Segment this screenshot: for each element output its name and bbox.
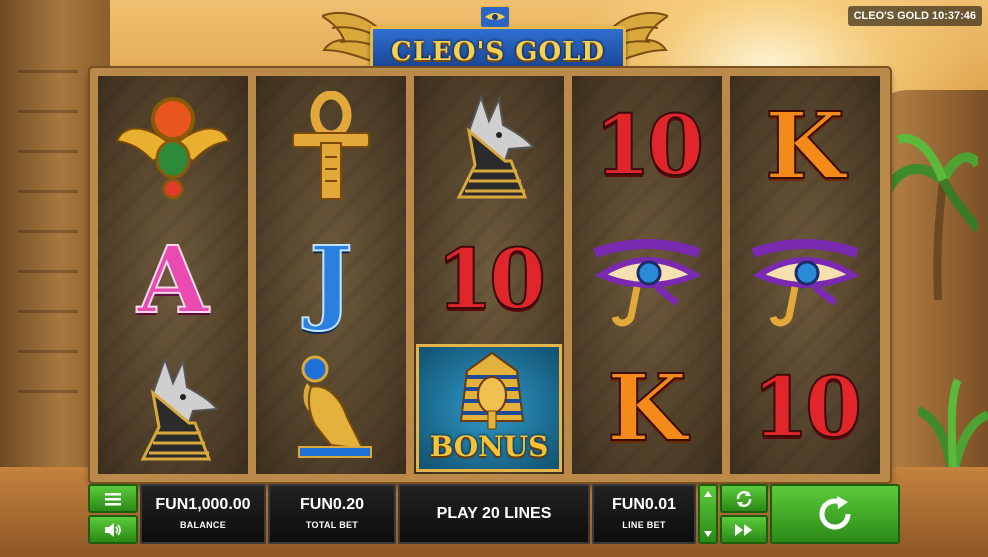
ankh-icon bbox=[292, 91, 370, 200]
line-bet-label: LINE BET bbox=[622, 520, 666, 530]
symbol-bonus: BONUS bbox=[414, 342, 564, 474]
game-title: CLEO'S GOLD bbox=[391, 37, 605, 67]
palm-tree-icon bbox=[888, 133, 978, 300]
speaker-icon bbox=[105, 522, 121, 537]
symbol-anubis bbox=[414, 80, 564, 212]
arrow-down-icon[interactable] bbox=[703, 530, 713, 538]
autoplay-icon bbox=[736, 490, 752, 507]
letter-ten: 10 bbox=[593, 98, 705, 194]
anubis-icon bbox=[140, 355, 219, 461]
eye-of-horus-icon bbox=[593, 239, 702, 327]
letter-j: J bbox=[308, 226, 354, 334]
symbol-falcon bbox=[256, 342, 406, 474]
letter-k: K bbox=[606, 354, 688, 462]
eye-of-horus-icon bbox=[751, 239, 860, 327]
menu-icon bbox=[105, 492, 121, 505]
symbol-eye-of-horus bbox=[730, 214, 880, 346]
symbol-ankh bbox=[256, 80, 406, 212]
balance-panel: FUN1,000.00 BALANCE bbox=[140, 484, 266, 544]
letter-ten: 10 bbox=[751, 360, 863, 456]
spin-button[interactable] bbox=[770, 484, 900, 544]
balance-label: BALANCE bbox=[179, 520, 227, 530]
symbol-a: A bbox=[98, 214, 248, 346]
reel-grid: A J 10 BONUS 10 K K 10 bbox=[90, 68, 890, 482]
play-lines-button[interactable]: PLAY 20 LINES bbox=[398, 484, 590, 544]
reel-5: K 10 bbox=[730, 76, 880, 474]
sound-button[interactable] bbox=[88, 515, 138, 544]
total-bet-label: TOTAL BET bbox=[305, 520, 359, 530]
reel-4: 10 K bbox=[572, 76, 722, 474]
line-bet-panel: FUN0.01 LINE BET bbox=[592, 484, 696, 544]
letter-a: A bbox=[136, 226, 209, 334]
balance-value: FUN1,000.00 bbox=[155, 496, 251, 513]
game-logo: CLEO'S GOLD bbox=[322, 4, 668, 78]
total-bet-value: FUN0.20 bbox=[299, 496, 365, 513]
fast-forward-button[interactable] bbox=[720, 515, 768, 544]
pharaoh-icon bbox=[459, 351, 525, 430]
arrow-up-icon[interactable] bbox=[703, 490, 713, 498]
total-bet-panel: FUN0.20 TOTAL BET bbox=[268, 484, 396, 544]
symbol-k: K bbox=[730, 80, 880, 212]
letter-ten: 10 bbox=[435, 232, 547, 328]
symbol-ten: 10 bbox=[414, 214, 564, 346]
letter-k: K bbox=[764, 92, 846, 200]
anubis-icon bbox=[456, 93, 535, 199]
play-lines-label: PLAY 20 LINES bbox=[436, 505, 552, 522]
line-bet-value: FUN0.01 bbox=[611, 496, 677, 513]
symbol-k: K bbox=[572, 342, 722, 474]
symbol-anubis bbox=[98, 342, 248, 474]
fast-forward-icon bbox=[735, 523, 752, 536]
spin-icon bbox=[819, 496, 851, 530]
falcon-icon bbox=[298, 355, 372, 458]
control-bar: FUN1,000.00 BALANCE FUN0.20 TOTAL BET PL… bbox=[88, 484, 900, 544]
reel-1: A bbox=[98, 76, 248, 474]
autoplay-button[interactable] bbox=[720, 484, 768, 513]
symbol-ten: 10 bbox=[730, 342, 880, 474]
reel-3: 10 BONUS bbox=[414, 76, 564, 474]
bonus-tile: BONUS bbox=[416, 344, 562, 472]
bonus-label: BONUS bbox=[429, 430, 549, 463]
eye-of-horus-icon bbox=[480, 6, 510, 28]
line-bet-stepper[interactable] bbox=[698, 484, 718, 544]
scarab-icon bbox=[115, 97, 231, 200]
reel-2: J bbox=[256, 76, 406, 474]
symbol-j: J bbox=[256, 214, 406, 346]
plant-icon bbox=[918, 378, 988, 480]
symbol-scarab bbox=[98, 80, 248, 212]
symbol-eye-of-horus bbox=[572, 214, 722, 346]
game-clock: CLEO'S GOLD 10:37:46 bbox=[847, 6, 982, 26]
symbol-ten: 10 bbox=[572, 80, 722, 212]
menu-button[interactable] bbox=[88, 484, 138, 513]
